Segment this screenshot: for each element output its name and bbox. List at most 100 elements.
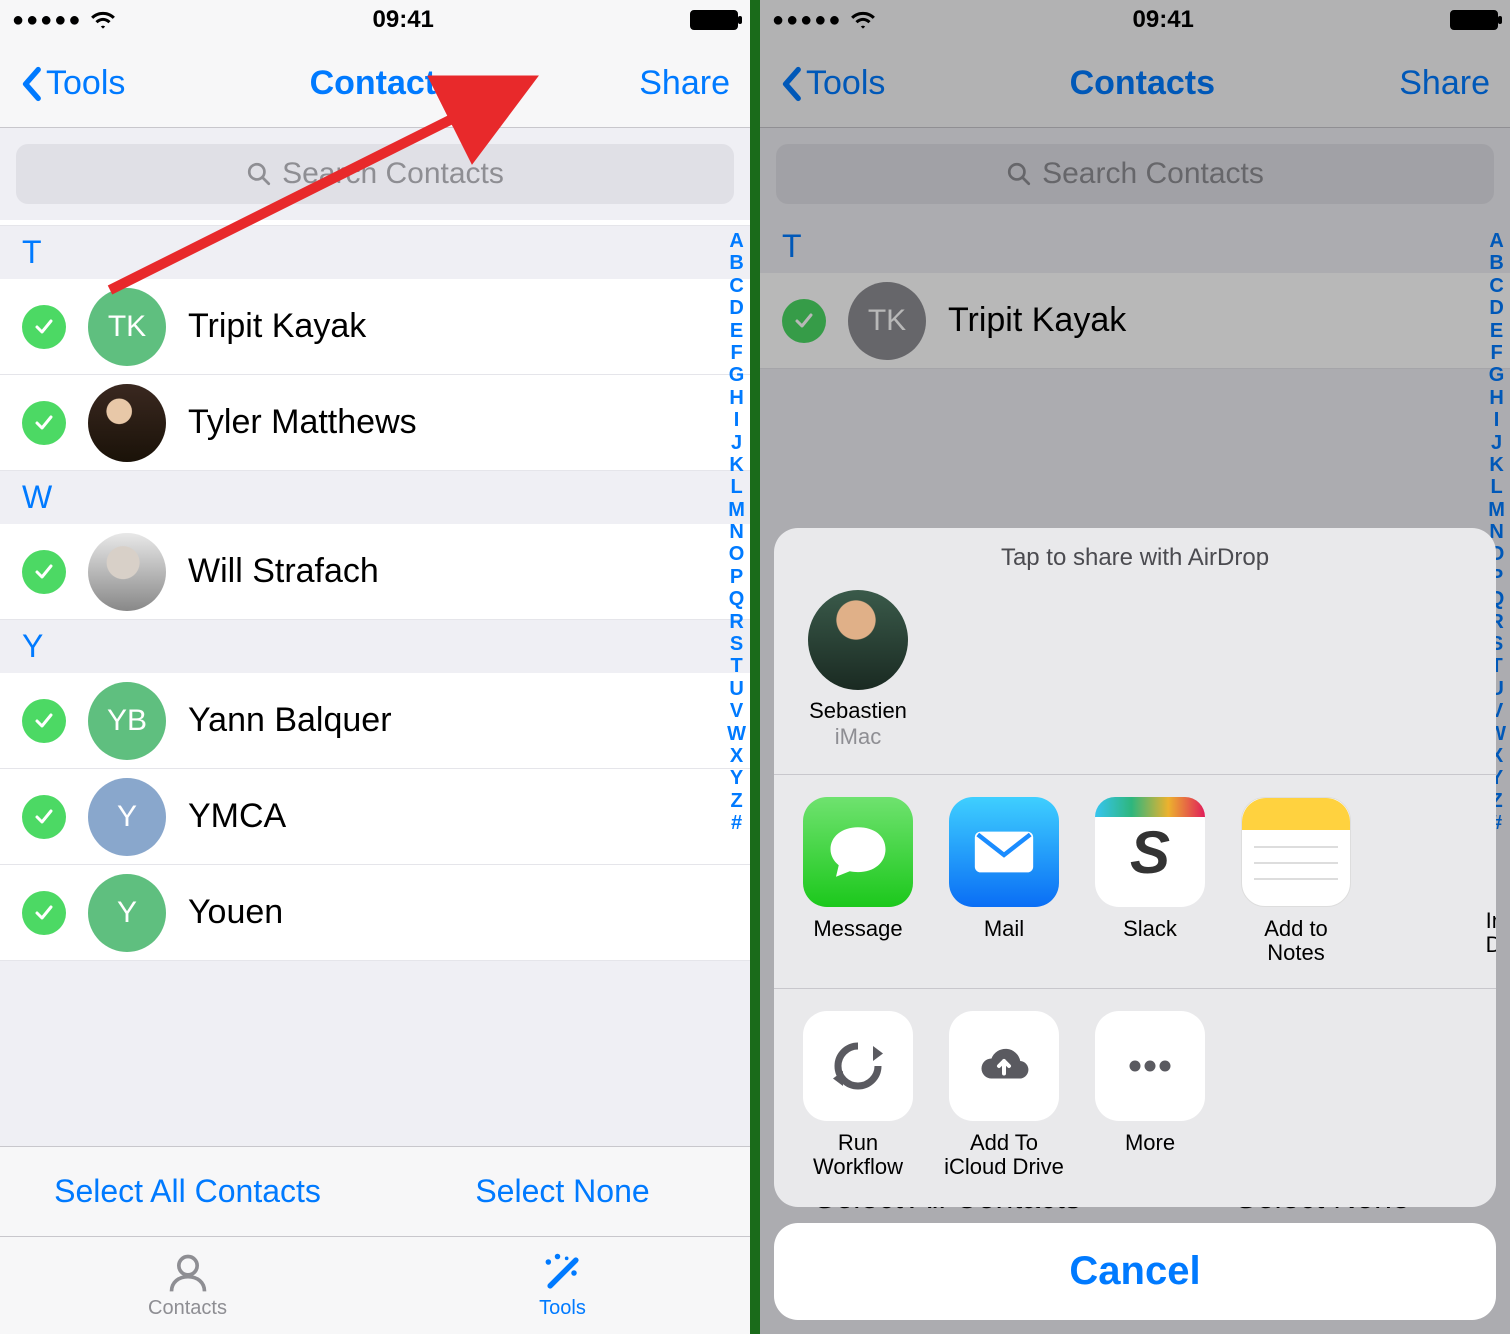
index-letter[interactable]: M [727,499,746,521]
tab-bar: Contacts Tools [0,1236,750,1334]
contact-avatar [88,533,166,611]
status-time: 09:41 [373,6,434,34]
contact-row[interactable]: YYouen [0,865,750,961]
index-letter[interactable]: S [727,633,746,655]
index-letter[interactable]: K [727,454,746,476]
index-letter[interactable]: H [1487,387,1506,409]
share-button[interactable]: Share [639,64,730,103]
contact-row[interactable]: TKTripit Kayak [0,279,750,375]
contact-avatar: TK [848,282,926,360]
index-letter[interactable]: X [727,745,746,767]
index-letter[interactable]: E [1487,320,1506,342]
status-bar: ●●●●● 09:41 [760,0,1510,40]
search-input[interactable]: Search Contacts [16,144,734,204]
more-icon [1095,1011,1205,1121]
index-letter[interactable]: U [727,678,746,700]
contact-name: Tripit Kayak [188,307,366,346]
index-letter[interactable]: F [1487,342,1506,364]
checkmark-icon[interactable] [22,795,66,839]
airdrop-device: iMac [835,724,881,750]
index-letter[interactable]: W [727,723,746,745]
index-letter[interactable]: Y [727,767,746,789]
search-placeholder: Search Contacts [1042,157,1264,191]
section-header: W [0,471,750,524]
checkmark-icon[interactable] [22,305,66,349]
index-letter[interactable]: I [1487,409,1506,431]
share-app-slack[interactable]: S Slack [1090,797,1210,965]
back-button[interactable]: Tools [20,64,125,103]
index-letter[interactable]: I [727,409,746,431]
checkmark-icon[interactable] [22,550,66,594]
index-letter[interactable]: J [1487,432,1506,454]
index-letter[interactable]: A [727,230,746,252]
index-letter[interactable]: D [1487,297,1506,319]
share-app-message[interactable]: Message [798,797,918,965]
index-letter[interactable]: G [727,364,746,386]
share-button[interactable]: Share [1399,64,1490,103]
index-letter[interactable]: P [727,566,746,588]
checkmark-icon[interactable] [22,401,66,445]
index-letter[interactable]: G [1487,364,1506,386]
index-letter[interactable]: F [727,342,746,364]
airdrop-name: Sebastien [809,698,907,724]
index-letter[interactable]: L [1487,476,1506,498]
index-letter[interactable]: H [727,387,746,409]
tab-tools[interactable]: Tools [375,1237,750,1334]
index-letter[interactable]: Z [727,790,746,812]
checkmark-icon[interactable] [782,299,826,343]
contact-name: YMCA [188,797,286,836]
index-letter[interactable]: M [1487,499,1506,521]
index-letter[interactable]: D [727,297,746,319]
index-letter[interactable]: # [727,812,746,834]
index-letter[interactable]: K [1487,454,1506,476]
checkmark-icon[interactable] [22,891,66,935]
share-actions-row[interactable]: Run Workflow Add To iCloud Drive More [774,988,1496,1207]
tools-wand-icon [541,1251,585,1295]
action-more[interactable]: More [1090,1011,1210,1179]
action-workflow[interactable]: Run Workflow [798,1011,918,1179]
back-button[interactable]: Tools [780,64,885,103]
tab-contacts[interactable]: Contacts [0,1237,375,1334]
alphabet-index[interactable]: ABCDEFGHIJKLMNOPQRSTUVWXYZ# [727,230,746,835]
app-label: Mail [984,917,1024,941]
cancel-button[interactable]: Cancel [774,1223,1496,1320]
contacts-list[interactable]: TTKTripit KayakTyler MatthewsWWill Straf… [0,220,750,961]
index-letter[interactable]: A [1487,230,1506,252]
select-none-button[interactable]: Select None [375,1147,750,1236]
contact-row[interactable]: TK Tripit Kayak [760,273,1510,369]
share-app-notes[interactable]: Add to Notes [1236,797,1356,965]
share-apps-row[interactable]: Message Mail S Slack Add to Notes In D [774,774,1496,987]
app-label: Add to Notes [1236,917,1356,965]
search-input[interactable]: Search Contacts [776,144,1494,204]
contact-row[interactable]: Y YMCA [0,769,750,865]
contact-name: Tripit Kayak [948,301,1126,340]
contact-row[interactable]: Will Strafach [0,524,750,620]
index-letter[interactable]: L [727,476,746,498]
contact-row[interactable]: Tyler Matthews [0,375,750,471]
action-icloud[interactable]: Add To iCloud Drive [944,1011,1064,1179]
contact-name: Youen [188,893,283,932]
section-header: Y [0,620,750,673]
index-letter[interactable]: R [727,611,746,633]
search-icon [1006,161,1032,187]
index-letter[interactable]: T [727,655,746,677]
index-letter[interactable]: C [1487,275,1506,297]
message-icon [803,797,913,907]
index-letter[interactable]: N [727,521,746,543]
index-letter[interactable]: E [727,320,746,342]
select-all-button[interactable]: Select All Contacts [0,1147,375,1236]
status-time: 09:41 [1133,6,1194,34]
contact-row[interactable]: YBYann Balquer [0,673,750,769]
index-letter[interactable]: J [727,432,746,454]
search-icon [246,161,272,187]
signal-dots-icon: ●●●●● [772,9,842,32]
index-letter[interactable]: O [727,543,746,565]
index-letter[interactable]: C [727,275,746,297]
checkmark-icon[interactable] [22,699,66,743]
index-letter[interactable]: Q [727,588,746,610]
index-letter[interactable]: B [1487,252,1506,274]
index-letter[interactable]: B [727,252,746,274]
airdrop-target[interactable]: Sebastien iMac [798,590,918,750]
index-letter[interactable]: V [727,700,746,722]
share-app-mail[interactable]: Mail [944,797,1064,965]
